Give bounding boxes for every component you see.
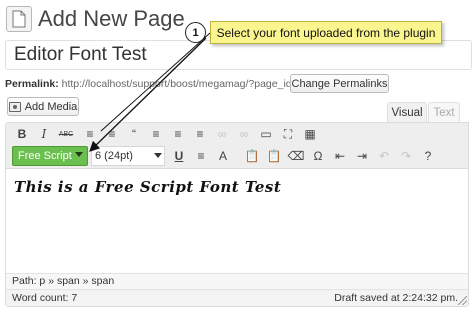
permalink-row: Permalink: http://localhost/support/boos… <box>5 77 315 91</box>
path-bar: Path: p » span » span <box>6 273 468 289</box>
resize-handle[interactable] <box>458 296 467 305</box>
help-icon[interactable]: ? <box>419 147 437 165</box>
fullscreen-icon[interactable]: ⛶ <box>279 125 297 143</box>
unlink-icon[interactable]: ∞ <box>235 125 253 143</box>
paste-text-icon[interactable]: 📋 <box>243 147 261 165</box>
underline-icon[interactable]: U <box>170 147 188 165</box>
tab-text[interactable]: Text <box>428 102 460 123</box>
bullet-list-icon[interactable]: ≡ <box>81 125 99 143</box>
chevron-down-icon[interactable] <box>75 152 83 157</box>
align-center-icon[interactable]: ≡ <box>169 125 187 143</box>
text-color-icon[interactable]: A <box>214 147 232 165</box>
callout-text: Select your font uploaded from the plugi… <box>210 21 442 44</box>
media-icon <box>8 101 21 112</box>
chevron-down-icon[interactable] <box>154 153 162 158</box>
word-count: Word count: 7 <box>12 292 78 304</box>
indent-icon[interactable]: ⇥ <box>353 147 371 165</box>
outdent-icon[interactable]: ⇤ <box>331 147 349 165</box>
callout-number: 1 <box>185 22 206 43</box>
add-media-button[interactable]: Add Media <box>7 97 79 116</box>
editor-content[interactable]: This is a Free Script Font Test <box>14 178 281 196</box>
strikethrough-icon[interactable]: ABC <box>57 125 75 143</box>
change-permalinks-button[interactable]: Change Permalinks <box>290 74 389 93</box>
add-media-label: Add Media <box>24 100 78 113</box>
draft-saved-status: Draft saved at 2:24:32 pm. <box>334 292 458 304</box>
numbered-list-icon[interactable]: ≡ <box>103 125 121 143</box>
redo-icon[interactable]: ↷ <box>397 147 415 165</box>
more-tag-icon[interactable]: ▭ <box>257 125 275 143</box>
permalink-url[interactable]: http://localhost/support/boost/megamag/?… <box>62 78 316 90</box>
align-right-icon[interactable]: ≡ <box>191 125 209 143</box>
permalink-label: Permalink: <box>5 78 59 90</box>
tab-visual[interactable]: Visual <box>387 102 427 123</box>
blockquote-icon[interactable]: “ <box>125 125 143 143</box>
bold-icon[interactable]: B <box>13 125 31 143</box>
italic-icon[interactable]: I <box>35 125 53 143</box>
align-left-icon[interactable]: ≡ <box>147 125 165 143</box>
clear-formatting-icon[interactable]: ⌫ <box>287 147 305 165</box>
undo-icon[interactable]: ↶ <box>375 147 393 165</box>
kitchen-sink-icon[interactable]: ▦ <box>301 125 319 143</box>
title-input[interactable]: Editor Font Test <box>5 40 472 70</box>
justify-icon[interactable]: ≡ <box>192 147 210 165</box>
link-icon[interactable]: ∞ <box>213 125 231 143</box>
page-icon <box>6 6 32 32</box>
page-title: Add New Page <box>38 6 185 31</box>
paste-word-icon[interactable]: 📋 <box>265 147 283 165</box>
special-character-icon[interactable]: Ω <box>309 147 327 165</box>
